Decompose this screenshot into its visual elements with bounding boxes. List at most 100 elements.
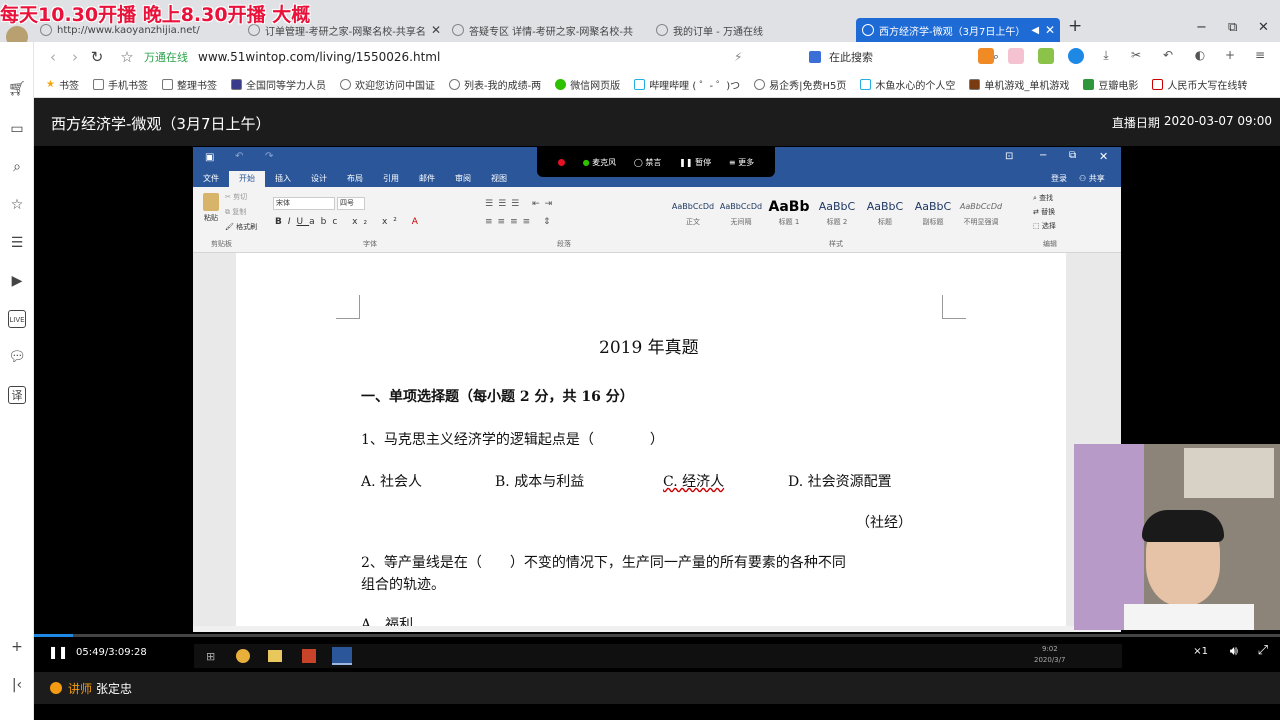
ribbon-tab-insert[interactable]: 插入 [265,171,301,187]
tab-3[interactable]: 答疑专区 详情-考研之家-网聚名校-共 [452,18,646,42]
tab-audio-icon[interactable]: ◀ [1031,25,1039,36]
font-format-buttons[interactable]: BIUabc x₂ x² A [275,217,424,227]
pause-icon[interactable]: ❚❚ [48,645,68,659]
bookmark-item[interactable]: 豆瓣电影 [1083,77,1138,92]
close-tab-icon[interactable]: ✕ [1045,23,1055,37]
live-icon[interactable]: LIVE [8,310,26,328]
format-painter-button[interactable]: 🖌︎ 格式刷 [225,222,257,232]
bookmark-item[interactable]: 全国同等学力人员 [230,77,326,92]
style-normal[interactable]: AaBbCcDd 正文 [669,197,717,233]
add-icon[interactable]: + [1222,48,1238,64]
url-input[interactable]: www.51wintop.com/living/1550026.html [198,50,440,64]
webcam-feed[interactable] [1074,444,1280,630]
cat-icon[interactable] [1008,48,1024,64]
bookmark-item[interactable]: 列表-我的成绩-两 [448,77,541,92]
ribbon-tab-view[interactable]: 视图 [481,171,517,187]
tab-4[interactable]: 我的订单 - 万通在线 [656,18,852,42]
bookmark-item[interactable]: 欢迎您访问中国证 [339,77,435,92]
ribbon-display-icon[interactable]: ⊡ [1005,151,1013,162]
minimize-button[interactable]: − [1196,20,1207,35]
forward-icon[interactable]: › [64,48,86,66]
word-minimize-button[interactable]: − [1039,150,1047,161]
tab-5-active[interactable]: 西方经济学-微观（3月7日上午） ◀ ✕ [856,18,1060,42]
pause-button[interactable]: ❚❚ 暂停 [679,157,711,168]
book-icon[interactable]: ▭ [8,120,26,138]
lightning-icon[interactable]: ⚡ [734,50,742,64]
star-icon[interactable]: ☆ [116,48,138,66]
copy-button[interactable]: ⧉ 复制 [225,207,246,217]
bookmark-item[interactable]: 微信网页版 [555,77,620,92]
bookmark-item[interactable]: 易企秀|免费H5页 [754,77,846,92]
bookmark-item[interactable]: 单机游戏_单机游戏 [969,77,1069,92]
add-icon[interactable]: + [8,638,26,656]
video-icon[interactable]: ▶ [8,272,26,290]
star-icon[interactable]: ☆ [8,196,26,214]
volume-icon[interactable]: 🔊︎ [1230,644,1238,659]
replace-button[interactable]: ⇄ 替换 [1033,207,1055,217]
style-heading-1[interactable]: AaBb 标题 1 [765,197,813,233]
word-close-button[interactable]: ✕ [1099,150,1108,163]
mute-button[interactable]: ◯ 禁言 [634,157,662,168]
fullscreen-icon[interactable]: ⤢ [1258,643,1268,658]
close-tab-icon[interactable]: ✕ [431,23,441,37]
chat-icon[interactable] [1068,48,1084,64]
more-button[interactable]: ≡ 更多 [729,157,754,168]
bookmark-item[interactable]: 木鱼水心的个人空 [860,77,955,92]
cut-button[interactable]: ✂ 剪切 [225,192,247,202]
find-button[interactable]: ⌕ 查找 [1033,193,1053,203]
alignment-buttons[interactable]: ≡≡≡≡ ⇕ [485,217,556,227]
mic-button[interactable]: ● 麦克风 [583,157,617,168]
font-size-select[interactable]: 四号 [337,197,365,210]
font-name-select[interactable]: 宋体 [273,197,335,210]
ribbon-tab-file[interactable]: 文件 [193,171,229,187]
save-icon[interactable]: ▣ [205,152,214,163]
select-button[interactable]: ⬚ 选择 [1033,221,1056,231]
collapse-icon[interactable]: |‹ [8,676,26,694]
cut-icon[interactable]: ✂ [1128,48,1144,64]
paste-button[interactable]: 粘贴 [199,193,223,223]
style-subtitle[interactable]: AaBbC 副标题 [909,197,957,233]
style-title[interactable]: AaBbC 标题 [861,197,909,233]
bookmark-item[interactable]: 人民币大写在线转 [1152,77,1247,92]
share-button[interactable]: ⚇ 共享 [1079,171,1105,187]
search-engine-icon[interactable] [809,51,821,63]
frog-icon[interactable] [1038,48,1054,64]
download-icon[interactable]: ⤓ [1098,48,1114,64]
style-no-spacing[interactable]: AaBbCcDd 无间隔 [717,197,765,233]
undo-icon[interactable]: ↶ [235,151,243,162]
speed-button[interactable]: ×1 [1193,646,1208,657]
menu-icon[interactable]: ≡ [1252,48,1268,64]
new-tab-button[interactable]: + [1068,16,1082,36]
redo-icon[interactable]: ↷ [265,151,273,162]
ribbon-tab-layout[interactable]: 布局 [337,171,373,187]
ribbon-tab-mailings[interactable]: 邮件 [409,171,445,187]
message-icon[interactable]: 💬︎ [8,348,26,366]
undo-icon[interactable]: ↶ [1160,48,1176,64]
search-icon[interactable]: ⌕ [8,158,26,176]
bookmark-item[interactable]: ★ 书签 [46,77,79,92]
document-page[interactable]: 2019 年真题 一、单项选择题（每小题 2 分，共 16 分） 1、马克思主义… [236,253,1066,636]
translate-icon[interactable]: 译 [8,386,26,404]
ribbon-tab-references[interactable]: 引用 [373,171,409,187]
bookmark-item[interactable]: 整理书签 [161,77,217,92]
cart-icon[interactable]: 🛒︎ [8,80,26,98]
bookmark-item[interactable]: 手机书签 [92,77,148,92]
close-window-button[interactable]: ✕ [1258,20,1269,35]
style-subtle-emphasis[interactable]: AaBbCcDd 不明显强调 [957,197,1005,233]
paragraph-buttons[interactable]: ☰☰☰ ⇤⇥ [485,199,557,209]
ribbon-tab-home[interactable]: 开始 [229,171,265,187]
night-mode-icon[interactable]: ◐ [1192,48,1208,64]
word-restore-button[interactable]: ⧉ [1069,150,1076,161]
search-input[interactable]: 在此搜索 [829,49,873,65]
ribbon-tab-design[interactable]: 设计 [301,171,337,187]
news-icon[interactable]: ☰ [8,234,26,252]
back-icon[interactable]: ‹ [42,48,64,66]
restore-button[interactable]: ⧉ [1228,20,1237,35]
progress-bar[interactable] [34,634,1280,637]
login-button[interactable]: 登录 [1051,171,1067,187]
refresh-icon[interactable]: ↻ [86,48,108,66]
bookmark-item[interactable]: 哔哩哔哩 ( ゜- ゜)つ [634,77,740,92]
search-box[interactable]: 在此搜索 ⌕ [809,47,999,67]
ribbon-tab-review[interactable]: 审阅 [445,171,481,187]
style-heading-2[interactable]: AaBbC 标题 2 [813,197,861,233]
